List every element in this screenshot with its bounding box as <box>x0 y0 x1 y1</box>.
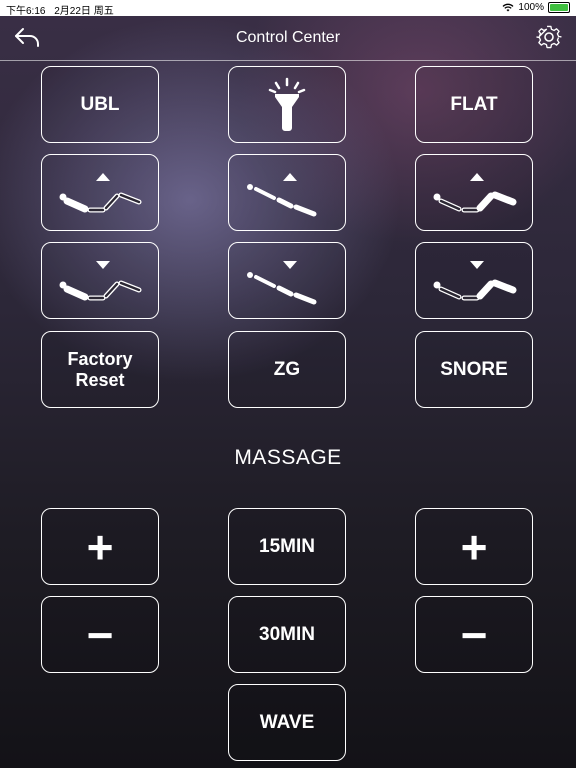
wave-button[interactable]: WAVE <box>228 684 346 761</box>
nav-bar: Control Center <box>0 16 576 61</box>
timer-15min-button[interactable]: 15MIN <box>228 508 346 585</box>
foot-down-button[interactable] <box>415 242 533 319</box>
flat-label: FLAT <box>450 93 498 115</box>
timer-30min-button[interactable]: 30MIN <box>228 596 346 673</box>
foot-up-icon <box>433 172 517 212</box>
foot-up-button[interactable] <box>415 154 533 231</box>
minus-icon: − <box>460 608 488 661</box>
status-bar: 下午6:16 2月22日 周五 100% <box>0 0 576 17</box>
foot-down-icon <box>433 260 517 300</box>
massage-right-minus-button[interactable]: − <box>415 596 533 673</box>
wave-label: WAVE <box>259 711 315 733</box>
head-up-button[interactable] <box>41 154 159 231</box>
tilt-up-button[interactable] <box>228 154 346 231</box>
status-time-date: 下午6:16 2月22日 周五 <box>6 2 114 17</box>
snore-button[interactable]: SNORE <box>415 331 533 408</box>
massage-left-minus-button[interactable]: − <box>41 596 159 673</box>
tilt-up-icon <box>247 172 317 216</box>
ubl-button[interactable]: UBL <box>41 66 159 143</box>
timer-15min-label: 15MIN <box>259 535 315 557</box>
massage-left-plus-button[interactable]: + <box>41 508 159 585</box>
head-up-icon <box>59 172 142 212</box>
snore-label: SNORE <box>440 358 508 380</box>
head-down-button[interactable] <box>41 242 159 319</box>
factory-reset-label: Factory Reset <box>67 348 133 390</box>
battery-icon <box>548 2 570 13</box>
flashlight-button[interactable] <box>228 66 346 143</box>
flat-button[interactable]: FLAT <box>415 66 533 143</box>
tilt-down-button[interactable] <box>228 242 346 319</box>
plus-icon: + <box>460 520 488 573</box>
massage-section-title: MASSAGE <box>234 446 342 469</box>
tilt-down-icon <box>247 260 317 304</box>
minus-icon: − <box>86 608 114 661</box>
massage-right-plus-button[interactable]: + <box>415 508 533 585</box>
page-title: Control Center <box>235 29 341 46</box>
zg-button[interactable]: ZG <box>228 331 346 408</box>
factory-reset-button[interactable]: Factory Reset <box>41 331 159 408</box>
flashlight-icon <box>268 77 306 131</box>
plus-icon: + <box>86 520 114 573</box>
battery-percent: 100% <box>518 2 544 13</box>
zg-label: ZG <box>273 358 301 380</box>
timer-30min-label: 30MIN <box>259 623 315 645</box>
gear-icon[interactable] <box>536 24 562 50</box>
ubl-label: UBL <box>80 93 120 115</box>
head-down-icon <box>59 260 142 300</box>
status-right: 100% <box>502 2 570 13</box>
wifi-icon <box>502 3 514 12</box>
